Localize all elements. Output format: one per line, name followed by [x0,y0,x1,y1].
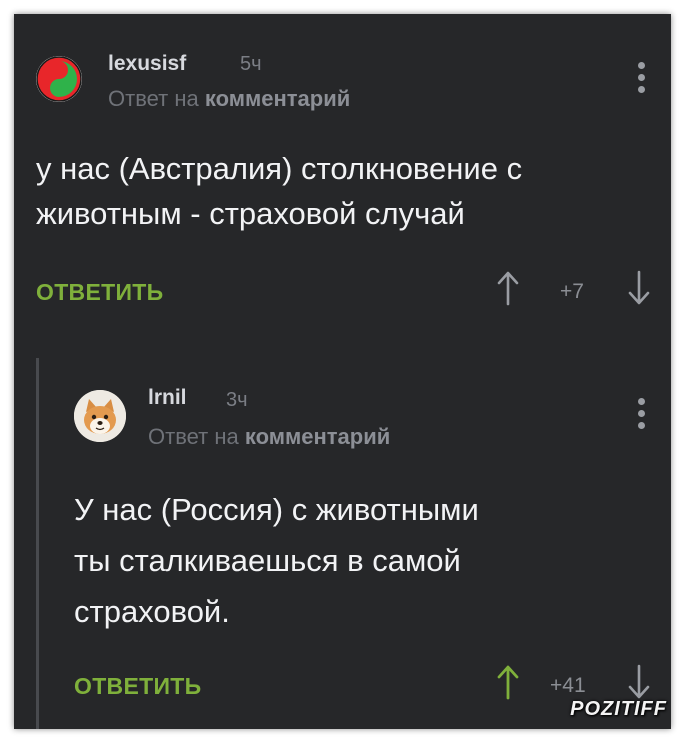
reply-context: Ответ на комментарий [148,424,390,450]
vote-score: +41 [550,674,586,697]
reply-context: Ответ на комментарий [108,86,350,112]
arrow-up-icon [497,271,519,306]
arrow-up-icon [497,665,519,700]
yin-yang-avatar-icon [36,56,82,102]
comment-line: страховой. [74,594,230,629]
comments-panel: lexusisf 5ч Ответ на комментарий у нас (… [14,14,671,729]
comment-body: У нас (Россия) с животными ты сталкиваеш… [74,484,479,637]
comment-line: у нас (Австралия) столкновение с [36,151,523,186]
comment-time: 3ч [226,389,248,411]
comment-time: 5ч [240,53,262,75]
thread-indent-line [36,358,39,729]
arrow-down-icon [628,270,650,305]
watermark-logo: POZITIFF [570,698,667,720]
more-vertical-icon[interactable] [638,62,646,98]
downvote-button[interactable] [628,270,650,311]
comment-author[interactable]: lrnil [148,386,187,410]
comment-line: ты сталкиваешься в самой [74,543,461,578]
vote-score: +7 [560,280,584,303]
more-vertical-icon[interactable] [638,398,646,434]
reply-button[interactable]: ОТВЕТИТЬ [36,279,163,306]
comment-author[interactable]: lexusisf [108,52,186,76]
upvote-button[interactable] [497,664,519,705]
reply-target-link[interactable]: комментарий [245,424,390,449]
shiba-dog-avatar-icon [74,390,126,442]
reply-target-link[interactable]: комментарий [205,86,350,111]
upvote-button[interactable] [497,270,519,311]
arrow-down-icon [628,664,650,699]
comment-line: У нас (Россия) с животными [74,492,479,527]
user-avatar-icon[interactable] [36,56,82,102]
reply-prefix: Ответ на [108,86,199,111]
reply-button[interactable]: ОТВЕТИТЬ [74,673,201,700]
reply-prefix: Ответ на [148,424,239,449]
comment-body: у нас (Австралия) столкновение с животны… [36,146,522,236]
comment-line: животным - страховой случай [36,196,465,231]
user-avatar-icon[interactable] [74,390,126,442]
